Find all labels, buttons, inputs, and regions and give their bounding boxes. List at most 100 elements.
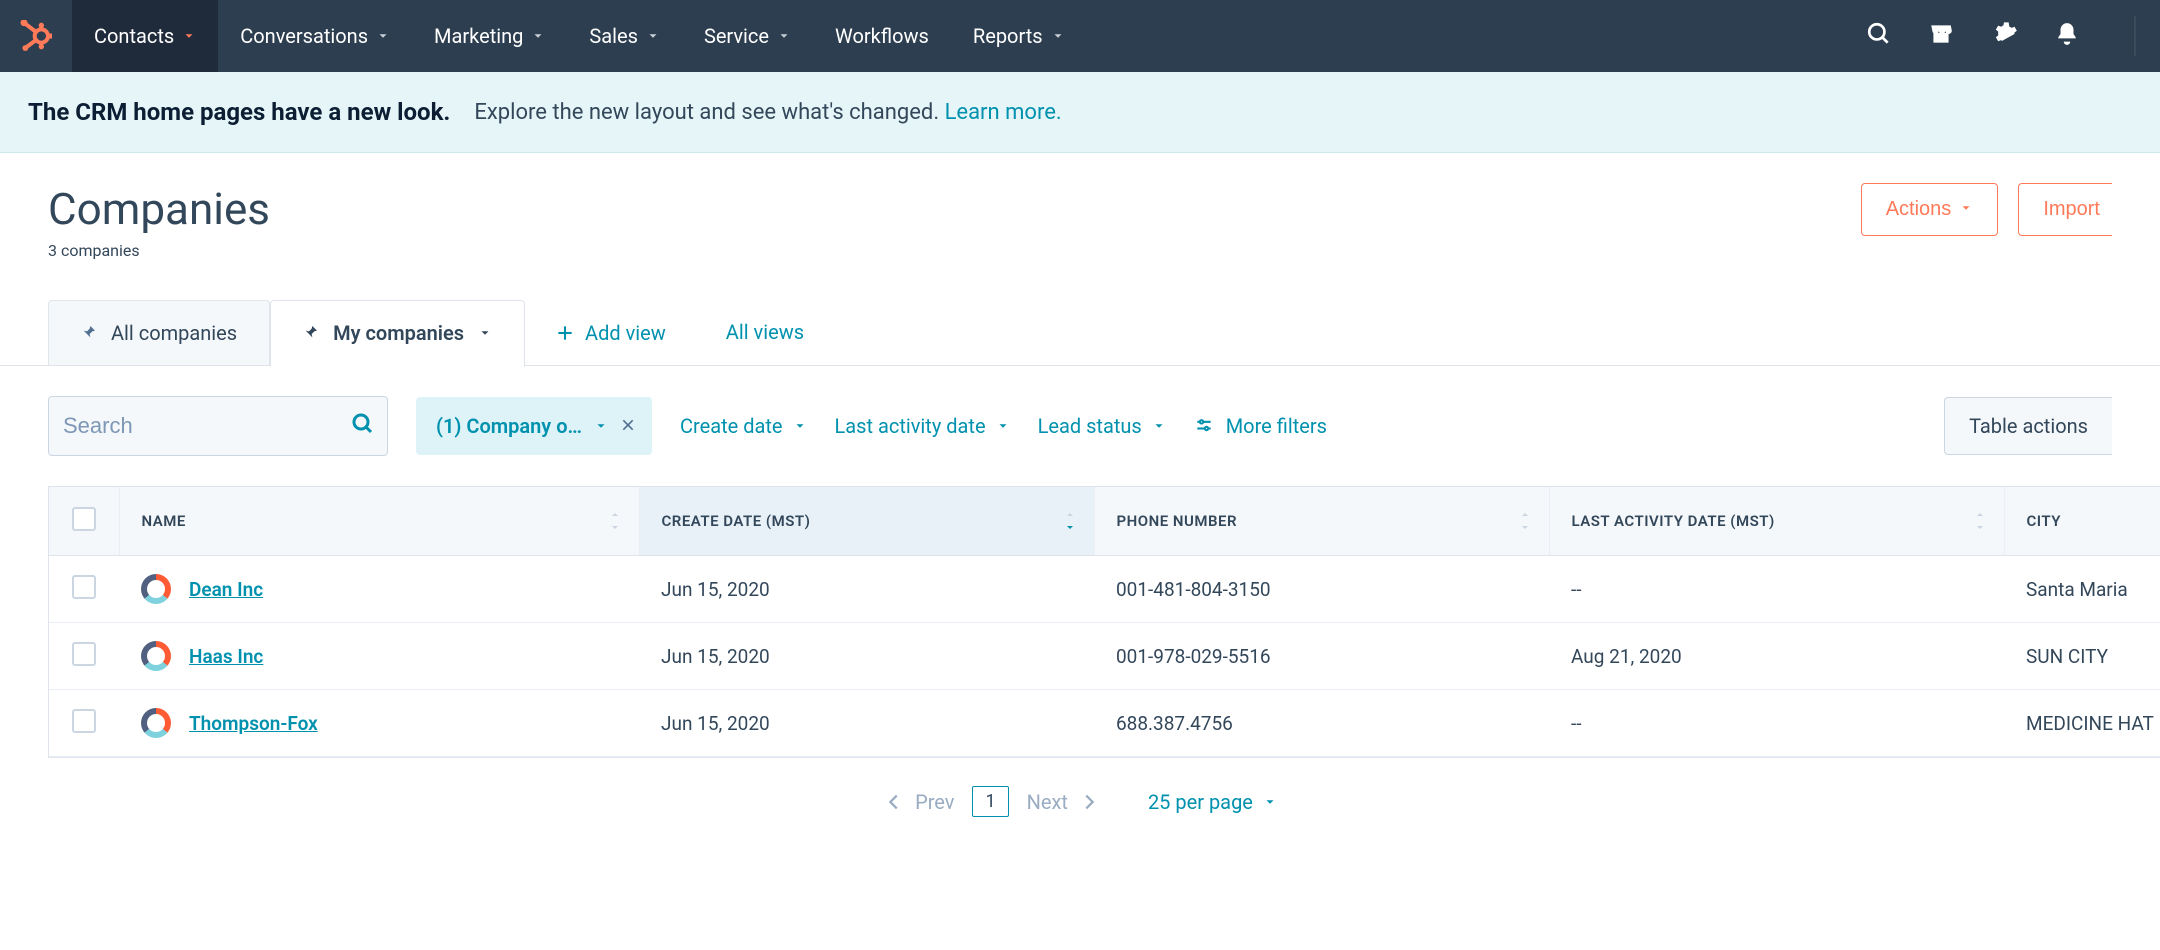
gear-icon[interactable] xyxy=(1990,20,2018,52)
nav-label: Marketing xyxy=(434,24,523,48)
pin-icon xyxy=(303,321,319,345)
plus-icon xyxy=(555,323,575,343)
sliders-icon xyxy=(1194,416,1214,436)
company-avatar-icon xyxy=(141,708,171,738)
search-icon[interactable] xyxy=(1866,21,1892,51)
column-create-date[interactable]: CREATE DATE (MST) xyxy=(639,487,1094,556)
nav-item-service[interactable]: Service xyxy=(682,0,813,72)
prev-button[interactable]: Prev xyxy=(883,790,954,814)
nav-label: Service xyxy=(704,24,769,48)
pin-icon xyxy=(81,321,97,345)
nav-item-contacts[interactable]: Contacts xyxy=(72,0,218,72)
bell-icon[interactable] xyxy=(2054,21,2080,51)
banner-headline: The CRM home pages have a new look. xyxy=(28,98,450,126)
caret-down-icon xyxy=(531,24,545,48)
cell-phone: 688.387.4756 xyxy=(1094,690,1549,757)
nav-item-marketing[interactable]: Marketing xyxy=(412,0,567,72)
page-number[interactable]: 1 xyxy=(972,786,1008,817)
nav-item-workflows[interactable]: Workflows xyxy=(813,0,951,72)
add-view-button[interactable]: Add view xyxy=(525,300,696,365)
caret-down-icon xyxy=(594,414,608,438)
pagination: Prev 1 Next 25 per page xyxy=(0,758,2160,845)
cell-phone: 001-481-804-3150 xyxy=(1094,556,1549,623)
nav-item-sales[interactable]: Sales xyxy=(567,0,682,72)
cell-name: Thompson-Fox xyxy=(119,690,639,757)
company-avatar-icon xyxy=(141,574,171,604)
column-city[interactable]: CITY xyxy=(2004,487,2160,556)
sort-icon xyxy=(1064,509,1076,533)
row-checkbox[interactable] xyxy=(49,690,119,757)
search-icon xyxy=(351,412,375,440)
column-phone[interactable]: PHONE NUMBER xyxy=(1094,487,1549,556)
caret-down-icon xyxy=(1051,24,1065,48)
cell-create-date: Jun 15, 2020 xyxy=(639,623,1094,690)
tab-label: All companies xyxy=(111,321,237,345)
nav-label: Conversations xyxy=(240,24,368,48)
cell-city: SUN CITY xyxy=(2004,623,2160,690)
caret-down-icon xyxy=(996,414,1010,438)
hubspot-logo[interactable] xyxy=(0,0,72,72)
table-row: Thompson-FoxJun 15, 2020688.387.4756--ME… xyxy=(49,690,2160,757)
filter-chip-company-owner[interactable]: (1) Company o… xyxy=(416,397,652,455)
table-actions-button[interactable]: Table actions xyxy=(1944,397,2112,455)
nav-item-conversations[interactable]: Conversations xyxy=(218,0,412,72)
column-select-all[interactable] xyxy=(49,487,119,556)
table-row: Haas IncJun 15, 2020001-978-029-5516Aug … xyxy=(49,623,2160,690)
nav-label: Contacts xyxy=(94,24,174,48)
tab-my-companies[interactable]: My companies xyxy=(270,300,525,367)
view-tabs: All companies My companies Add view All … xyxy=(0,300,2160,366)
company-link[interactable]: Haas Inc xyxy=(189,645,263,668)
row-checkbox[interactable] xyxy=(49,623,119,690)
page-header: Companies 3 companies Actions Import xyxy=(0,153,2160,272)
tab-label: My companies xyxy=(333,321,464,345)
filter-last-activity[interactable]: Last activity date xyxy=(835,414,1010,438)
cell-create-date: Jun 15, 2020 xyxy=(639,556,1094,623)
company-link[interactable]: Dean Inc xyxy=(189,578,263,601)
marketplace-icon[interactable] xyxy=(1928,21,1954,51)
filter-lead-status[interactable]: Lead status xyxy=(1038,414,1166,438)
cell-name: Haas Inc xyxy=(119,623,639,690)
cell-city: Santa Maria xyxy=(2004,556,2160,623)
row-checkbox[interactable] xyxy=(49,556,119,623)
per-page-dropdown[interactable]: 25 per page xyxy=(1148,790,1277,814)
tab-all-companies[interactable]: All companies xyxy=(48,300,270,365)
caret-down-icon xyxy=(478,321,492,345)
caret-down-icon xyxy=(182,24,196,48)
column-last-activity[interactable]: LAST ACTIVITY DATE (MST) xyxy=(1549,487,2004,556)
cell-name: Dean Inc xyxy=(119,556,639,623)
cell-city: MEDICINE HAT xyxy=(2004,690,2160,757)
import-button[interactable]: Import xyxy=(2018,183,2112,236)
filter-create-date[interactable]: Create date xyxy=(680,414,807,438)
caret-down-icon xyxy=(793,414,807,438)
caret-down-icon xyxy=(1263,790,1277,814)
info-banner: The CRM home pages have a new look. Expl… xyxy=(0,72,2160,153)
column-name[interactable]: NAME xyxy=(119,487,639,556)
next-button[interactable]: Next xyxy=(1027,790,1100,814)
top-nav: Contacts Conversations Marketing Sales Servi… xyxy=(0,0,2160,72)
caret-down-icon xyxy=(777,24,791,48)
actions-button[interactable]: Actions xyxy=(1861,183,1999,236)
search-box[interactable] xyxy=(48,396,388,456)
caret-down-icon xyxy=(1959,198,1973,221)
nav-item-reports[interactable]: Reports xyxy=(951,0,1087,72)
cell-create-date: Jun 15, 2020 xyxy=(639,690,1094,757)
nav-label: Sales xyxy=(589,24,638,48)
company-link[interactable]: Thompson-Fox xyxy=(189,712,318,735)
more-filters-button[interactable]: More filters xyxy=(1194,414,1327,438)
banner-learn-more-link[interactable]: Learn more. xyxy=(945,100,1062,125)
close-icon[interactable] xyxy=(620,414,636,438)
page-title: Companies xyxy=(48,183,270,235)
nav-label: Reports xyxy=(973,24,1043,48)
sort-icon xyxy=(1519,509,1531,533)
filter-row: (1) Company o… Create date Last activity… xyxy=(0,366,2160,486)
sprocket-icon xyxy=(20,20,52,52)
cell-last-activity: -- xyxy=(1549,556,2004,623)
cell-phone: 001-978-029-5516 xyxy=(1094,623,1549,690)
search-input[interactable] xyxy=(63,413,351,439)
company-avatar-icon xyxy=(141,641,171,671)
nav-divider xyxy=(2134,16,2136,56)
chevron-right-icon xyxy=(1078,791,1100,813)
all-views-link[interactable]: All views xyxy=(696,300,834,365)
nav-label: Workflows xyxy=(835,24,929,48)
chevron-left-icon xyxy=(883,791,905,813)
